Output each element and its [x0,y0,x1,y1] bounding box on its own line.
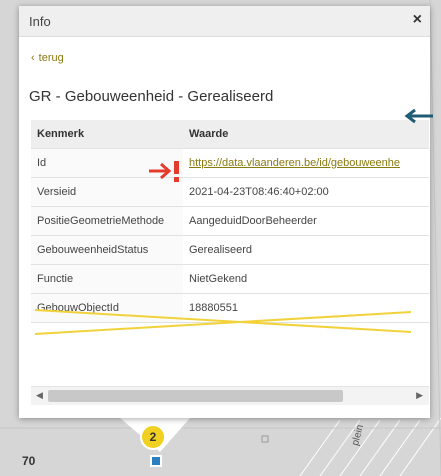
row-value: AangeduidDoorBeheerder [183,206,429,236]
row-value: Gerealiseerd [183,235,429,265]
table-row: GebouweenheidStatus Gerealiseerd [31,235,429,265]
popup-title: Info [29,14,51,29]
table-row: Id https://data.vlaanderen.be/id/gebouwe… [31,148,429,178]
table-header-row: Kenmerk Waarde [31,120,429,149]
marker-count: 2 [149,430,157,444]
scroll-left-icon[interactable]: ◀ [36,390,43,401]
row-value: 18880551 [183,293,429,323]
id-link[interactable]: https://data.vlaanderen.be/id/gebouweenh… [189,157,400,169]
row-key: GebouweenheidStatus [31,235,183,265]
close-button[interactable]: × [413,11,422,29]
scroll-right-icon[interactable]: ▶ [416,390,423,401]
map-marker-pin[interactable] [150,455,162,467]
red-arrow-annotation-icon [149,161,179,182]
row-value: https://data.vlaanderen.be/id/gebouweenh… [183,148,429,178]
table-row: Functie NietGekend [31,264,429,294]
column-header-waarde: Waarde [183,120,429,149]
horizontal-scrollbar[interactable]: ◀ ▶ [31,386,429,405]
scrollbar-thumb[interactable] [48,390,343,402]
column-header-kenmerk: Kenmerk [31,120,183,149]
info-popup: Info × ‹ terug GR - Gebouweenheid - Gerea… [19,6,430,418]
row-key: PositieGeometrieMethode [31,206,183,236]
popup-header: Info × [19,6,430,37]
row-value: 2021-04-23T08:46:40+02:00 [183,177,429,207]
chevron-left-icon: ‹ [31,52,35,64]
attributes-table-container[interactable]: Kenmerk Waarde Id https://data.vlaandere… [31,120,429,352]
blue-arrow-annotation-icon [404,108,433,124]
attributes-table: Kenmerk Waarde Id https://data.vlaandere… [31,120,429,323]
table-row: Versieid 2021-04-23T08:46:40+02:00 [31,177,429,207]
map-marker-cluster[interactable]: 2 [140,424,166,450]
feature-title: GR - Gebouweenheid - Gerealiseerd [29,88,274,105]
row-value: NietGekend [183,264,429,294]
map-number-label: 70 [22,454,36,468]
table-row: PositieGeometrieMethode AangeduidDoorBeh… [31,206,429,236]
table-row: GebouwObjectId 18880551 [31,293,429,323]
back-link[interactable]: ‹ terug [31,52,64,64]
back-label: terug [38,52,64,64]
row-key: Functie [31,264,183,294]
row-key: GebouwObjectId [31,293,183,323]
